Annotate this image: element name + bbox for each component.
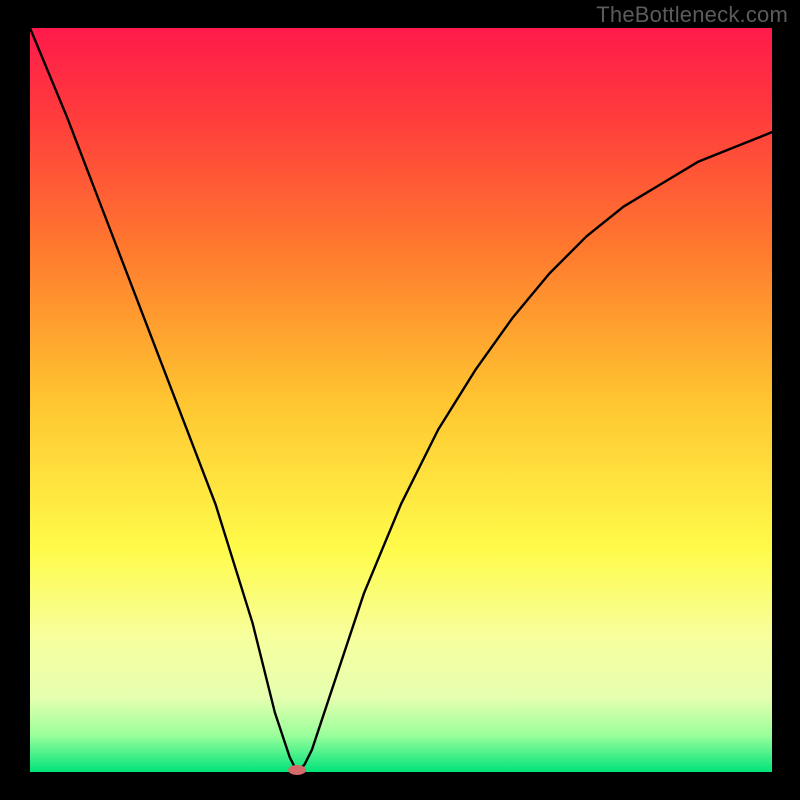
optimal-marker — [288, 765, 306, 775]
chart-container: TheBottleneck.com — [0, 0, 800, 800]
watermark: TheBottleneck.com — [596, 2, 788, 28]
bottleneck-chart — [0, 0, 800, 800]
